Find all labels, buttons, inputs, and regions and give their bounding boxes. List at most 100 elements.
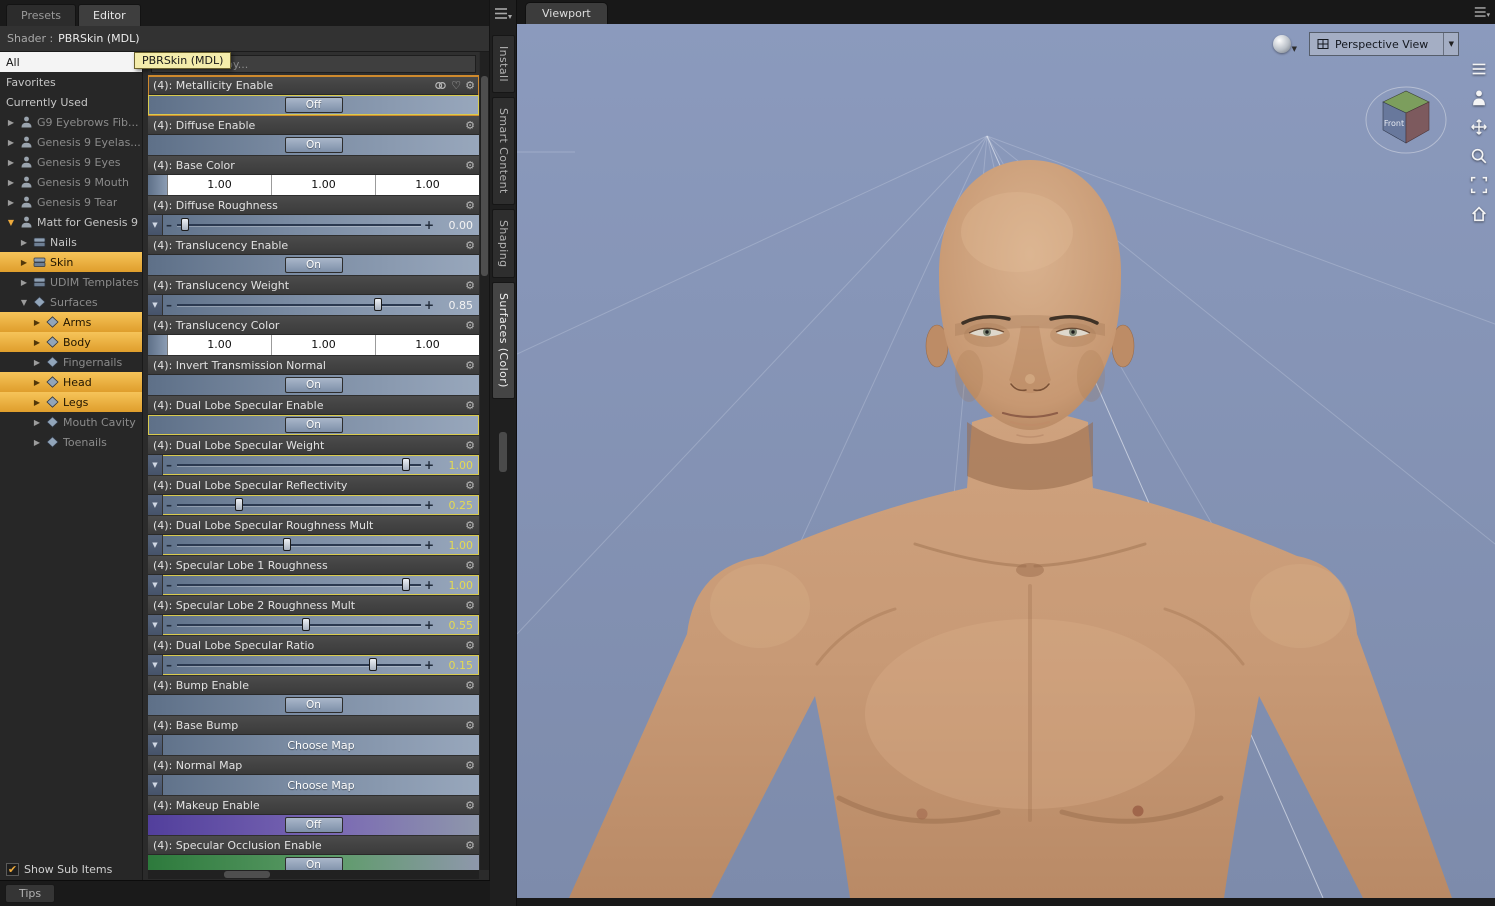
gear-icon[interactable]: ⚙ — [465, 720, 475, 731]
tree-expand-icon[interactable]: ▶ — [32, 398, 42, 407]
gear-icon[interactable]: ⚙ — [465, 360, 475, 371]
property-control[interactable]: ▼ Choose Map — [148, 775, 479, 795]
property-control[interactable]: ▼ – +0.85 — [148, 295, 479, 315]
tree-expand-icon[interactable]: ▶ — [32, 318, 42, 327]
slider-handle[interactable] — [369, 658, 378, 671]
shader-name-label[interactable]: PBRSkin (MDL) — [58, 32, 139, 45]
tree-expand-icon[interactable]: ▶ — [6, 198, 16, 207]
aspect-frame-icon[interactable] — [1468, 174, 1490, 196]
color-swatch[interactable] — [148, 175, 168, 195]
tree-collapse-icon[interactable]: ▼ — [19, 298, 29, 307]
gear-icon[interactable]: ⚙ — [465, 80, 475, 91]
toggle-button[interactable]: On — [284, 417, 343, 433]
properties-horizontal-scrollbar[interactable] — [148, 870, 479, 879]
increment-button[interactable]: + — [423, 298, 435, 312]
sidebar-item-genesis-9-tear[interactable]: ▶ Genesis 9 Tear — [0, 192, 142, 212]
sidebar-item-nails[interactable]: ▶ Nails — [0, 232, 142, 252]
gear-icon[interactable]: ⚙ — [465, 480, 475, 491]
decrement-button[interactable]: – — [163, 458, 175, 472]
tree-expand-icon[interactable]: ▶ — [32, 438, 42, 447]
sidebar-item-udim-templates[interactable]: ▶ UDIM Templates — [0, 272, 142, 292]
tree-expand-icon[interactable]: ▶ — [6, 158, 16, 167]
tree-expand-icon[interactable]: ▶ — [6, 138, 16, 147]
choose-map-button[interactable]: Choose Map — [163, 779, 479, 792]
slider-options-icon[interactable]: ▼ — [148, 575, 163, 595]
property-control[interactable]: Off — [148, 815, 479, 835]
sidebar-item-arms[interactable]: ▶ Arms — [0, 312, 142, 332]
sidebar-item-toenails[interactable]: ▶ Toenails — [0, 432, 142, 452]
slider-handle[interactable] — [235, 498, 244, 511]
tab-surfaces-color[interactable]: Surfaces (Color) — [492, 282, 515, 399]
sidebar-item-matt-for-genesis-9[interactable]: ▼ Matt for Genesis 9 — [0, 212, 142, 232]
scrollbar-thumb[interactable] — [224, 871, 270, 878]
tree-expand-icon[interactable]: ▶ — [32, 378, 42, 387]
property-control[interactable]: ▼ – +1.00 — [148, 575, 479, 595]
gear-icon[interactable]: ⚙ — [465, 640, 475, 651]
gear-icon[interactable]: ⚙ — [465, 160, 475, 171]
gear-icon[interactable]: ⚙ — [465, 320, 475, 331]
property-control[interactable]: ▼ – +0.55 — [148, 615, 479, 635]
gear-icon[interactable]: ⚙ — [465, 240, 475, 251]
frame-figure-icon[interactable] — [1468, 87, 1490, 109]
sidebar-item-head[interactable]: ▶ Head — [0, 372, 142, 392]
increment-button[interactable]: + — [423, 458, 435, 472]
toggle-button[interactable]: On — [284, 257, 343, 273]
gear-icon[interactable]: ⚙ — [465, 560, 475, 571]
map-options-icon[interactable]: ▼ — [148, 775, 163, 795]
toggle-button[interactable]: On — [284, 857, 343, 870]
decrement-button[interactable]: – — [163, 538, 175, 552]
sidebar-item-genesis-9-eyelas[interactable]: ▶ Genesis 9 Eyelas... — [0, 132, 142, 152]
properties-vertical-scrollbar[interactable] — [480, 52, 489, 870]
toggle-button[interactable]: Off — [284, 97, 343, 113]
property-control[interactable]: On — [148, 855, 479, 870]
toggle-button[interactable]: On — [284, 377, 343, 393]
toggle-button[interactable]: On — [284, 137, 343, 153]
increment-button[interactable]: + — [423, 658, 435, 672]
property-control[interactable]: 1.00 1.00 1.00 — [148, 175, 479, 195]
gear-icon[interactable]: ⚙ — [465, 120, 475, 131]
slider-handle[interactable] — [302, 618, 311, 631]
tree-expand-icon[interactable]: ▶ — [19, 258, 29, 267]
slider-options-icon[interactable]: ▼ — [148, 615, 163, 635]
property-control[interactable]: 1.00 1.00 1.00 — [148, 335, 479, 355]
tab-install[interactable]: Install — [492, 35, 515, 93]
property-control[interactable]: ▼ – +0.25 — [148, 495, 479, 515]
slider-handle[interactable] — [180, 218, 189, 231]
slider-track[interactable] — [175, 615, 423, 635]
gear-icon[interactable]: ⚙ — [465, 440, 475, 451]
decrement-button[interactable]: – — [163, 658, 175, 672]
property-control[interactable]: ▼ – +1.00 — [148, 535, 479, 555]
tab-viewport[interactable]: Viewport — [525, 2, 608, 24]
property-control[interactable]: On — [148, 135, 479, 155]
increment-button[interactable]: + — [423, 218, 435, 232]
tree-expand-icon[interactable]: ▶ — [19, 278, 29, 287]
property-control[interactable]: ▼ – +1.00 — [148, 455, 479, 475]
tab-shaping[interactable]: Shaping — [492, 208, 515, 279]
sidebar-item-currently-used[interactable]: Currently Used — [0, 92, 142, 112]
tree-expand-icon[interactable]: ▶ — [19, 238, 29, 247]
tab-smart-content[interactable]: Smart Content — [492, 96, 515, 205]
decrement-button[interactable]: – — [163, 498, 175, 512]
toggle-button[interactable]: On — [284, 697, 343, 713]
slider-options-icon[interactable]: ▼ — [148, 535, 163, 555]
gear-icon[interactable]: ⚙ — [465, 280, 475, 291]
decrement-button[interactable]: – — [163, 218, 175, 232]
sidebar-item-genesis-9-eyes[interactable]: ▶ Genesis 9 Eyes — [0, 152, 142, 172]
property-control[interactable]: On — [148, 375, 479, 395]
slider-track[interactable] — [175, 495, 423, 515]
slider-options-icon[interactable]: ▼ — [148, 295, 163, 315]
viewport-3d-scene[interactable] — [517, 24, 1495, 898]
show-sub-items-checkbox[interactable]: ✔ — [6, 862, 19, 876]
increment-button[interactable]: + — [423, 578, 435, 592]
slider-handle[interactable] — [282, 538, 291, 551]
slider-track[interactable] — [175, 455, 423, 475]
dock-strip-scroll-thumb[interactable] — [499, 432, 507, 472]
slider-handle[interactable] — [401, 458, 410, 471]
property-control[interactable]: On — [148, 415, 479, 435]
tree-expand-icon[interactable]: ▶ — [6, 118, 16, 127]
zoom-icon[interactable] — [1468, 145, 1490, 167]
slider-track[interactable] — [175, 535, 423, 555]
slider-options-icon[interactable]: ▼ — [148, 495, 163, 515]
sidebar-item-surfaces[interactable]: ▼ Surfaces — [0, 292, 142, 312]
slider-options-icon[interactable]: ▼ — [148, 655, 163, 675]
